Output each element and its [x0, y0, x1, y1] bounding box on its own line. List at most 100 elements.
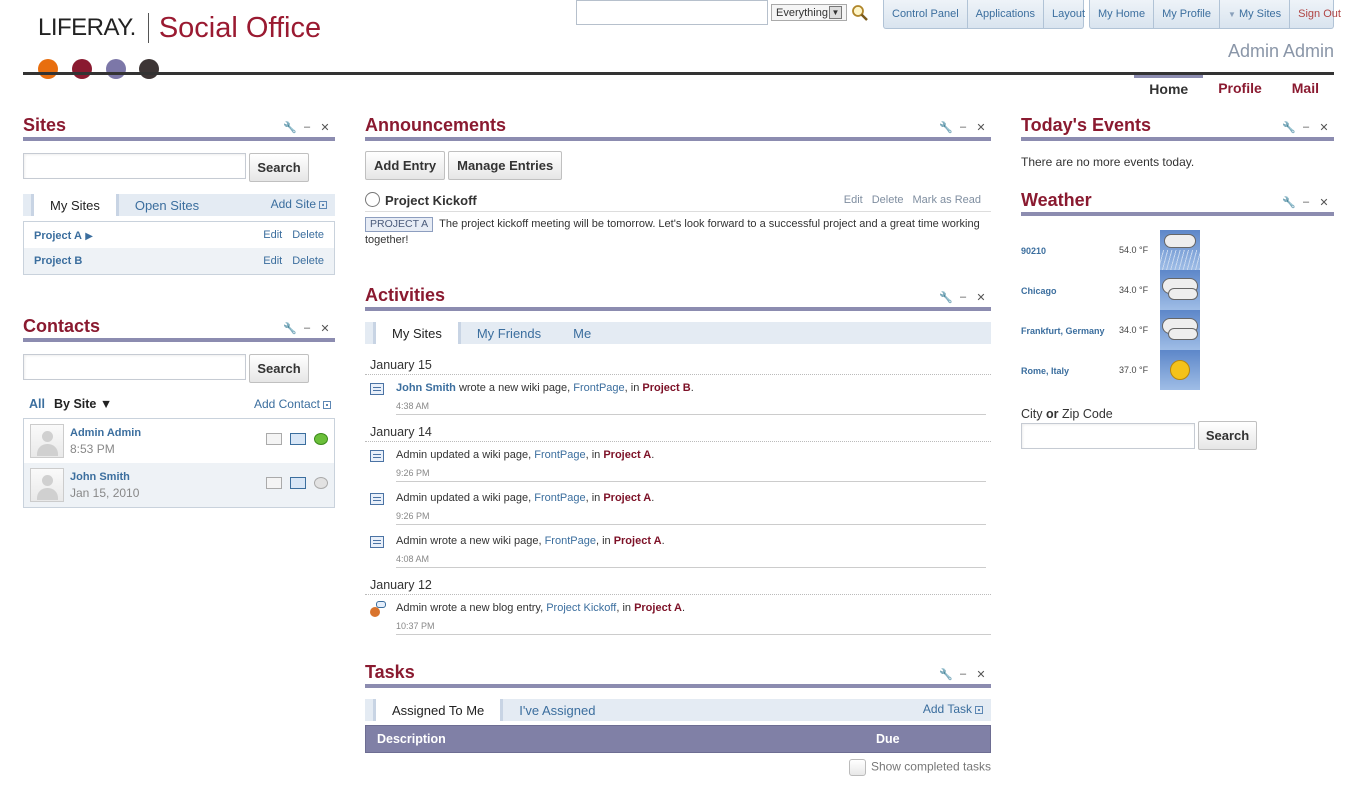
search-icon[interactable]: [851, 4, 869, 22]
mail-icon[interactable]: [290, 433, 306, 445]
chat-online-icon[interactable]: [314, 433, 328, 445]
city-link[interactable]: Frankfurt, Germany: [1021, 326, 1105, 336]
object-link[interactable]: Project Kickoff: [546, 602, 616, 614]
col-due[interactable]: Due: [876, 732, 900, 746]
chat-offline-icon[interactable]: [314, 477, 328, 489]
profile-card-icon[interactable]: [266, 433, 282, 445]
manage-entries-button[interactable]: Manage Entries: [448, 151, 563, 180]
weather-search-button[interactable]: Search: [1198, 421, 1257, 450]
wrench-icon[interactable]: 🔧: [939, 291, 953, 304]
control-panel-link[interactable]: Control Panel: [884, 0, 968, 28]
add-task-link[interactable]: Add Task: [923, 702, 983, 716]
wrench-icon[interactable]: 🔧: [939, 121, 953, 134]
tab-my-friends[interactable]: My Friends: [461, 322, 557, 344]
layout-link[interactable]: Layout: [1044, 0, 1093, 28]
tab-profile[interactable]: Profile: [1203, 75, 1277, 101]
expand-arrow-icon[interactable]: ▶: [85, 231, 93, 242]
contact-name[interactable]: John Smith: [70, 471, 139, 483]
tab-open-sites[interactable]: Open Sites: [119, 194, 215, 216]
edit-link[interactable]: Edit: [263, 255, 282, 267]
show-completed[interactable]: Show completed tasks: [365, 759, 991, 776]
site-link[interactable]: Project A: [614, 535, 662, 547]
close-icon[interactable]: ✕: [975, 291, 987, 304]
my-profile-link[interactable]: My Profile: [1154, 0, 1220, 28]
site-link[interactable]: Project A: [34, 230, 82, 242]
tab-ive-assigned[interactable]: I've Assigned: [503, 699, 611, 721]
wrench-icon[interactable]: 🔧: [939, 668, 953, 681]
site-link[interactable]: Project A: [634, 602, 682, 614]
contacts-search-input[interactable]: [23, 354, 246, 380]
add-entry-button[interactable]: Add Entry: [365, 151, 446, 180]
site-link[interactable]: Project B: [642, 382, 690, 394]
profile-card-icon[interactable]: [266, 477, 282, 489]
tab-me[interactable]: Me: [557, 322, 607, 344]
my-home-link[interactable]: My Home: [1090, 0, 1155, 28]
close-icon[interactable]: ✕: [975, 121, 987, 134]
project-tag[interactable]: PROJECT A: [365, 217, 434, 232]
filter-all[interactable]: All: [29, 397, 45, 411]
edit-link[interactable]: Edit: [844, 194, 863, 206]
weather-zip-input[interactable]: [1021, 423, 1195, 449]
site-link[interactable]: Project A: [603, 449, 651, 461]
minimize-icon[interactable]: –: [1300, 121, 1312, 134]
minimize-icon[interactable]: –: [301, 121, 313, 134]
site-link[interactable]: Project B: [34, 255, 82, 267]
filter-by-site[interactable]: By Site ▼: [54, 397, 112, 411]
add-site-link[interactable]: Add Site: [271, 197, 327, 211]
divider: [396, 481, 986, 482]
actor-link[interactable]: John Smith: [396, 382, 456, 394]
add-contact-label: Add Contact: [253, 397, 320, 411]
wrench-icon[interactable]: 🔧: [1282, 196, 1296, 209]
col-description[interactable]: Description: [377, 732, 446, 746]
close-icon[interactable]: ✕: [319, 121, 331, 134]
tab-home[interactable]: Home: [1134, 75, 1204, 101]
minimize-icon[interactable]: –: [1300, 196, 1312, 209]
city-link[interactable]: 90210: [1021, 246, 1046, 256]
contact-name[interactable]: Admin Admin: [70, 427, 141, 439]
sites-search-button[interactable]: Search: [249, 153, 309, 182]
minimize-icon[interactable]: –: [957, 121, 969, 134]
unread-circle-icon[interactable]: [365, 192, 380, 207]
activity-item: Admin updated a wiki page, FrontPage, in…: [365, 487, 991, 527]
object-link[interactable]: FrontPage: [545, 535, 596, 547]
object-link[interactable]: FrontPage: [534, 492, 585, 504]
minimize-icon[interactable]: –: [301, 322, 313, 335]
close-icon[interactable]: ✕: [1318, 121, 1330, 134]
minimize-icon[interactable]: –: [957, 668, 969, 681]
applications-link[interactable]: Applications: [968, 0, 1044, 28]
minimize-icon[interactable]: –: [957, 291, 969, 304]
object-link[interactable]: FrontPage: [534, 449, 585, 461]
city-link[interactable]: Rome, Italy: [1021, 366, 1069, 376]
contacts-search-button[interactable]: Search: [249, 354, 309, 383]
object-link[interactable]: FrontPage: [573, 382, 624, 394]
sign-out-link[interactable]: Sign Out: [1290, 0, 1349, 28]
delete-link[interactable]: Delete: [872, 194, 904, 206]
date-heading: January 14: [370, 425, 432, 439]
edit-link[interactable]: Edit: [263, 229, 282, 241]
add-contact-link[interactable]: Add Contact: [254, 397, 331, 411]
site-link[interactable]: Project A: [603, 492, 651, 504]
tab-my-sites[interactable]: My Sites: [31, 194, 119, 216]
global-search-input[interactable]: [576, 0, 768, 25]
wrench-icon[interactable]: 🔧: [283, 322, 297, 335]
my-sites-link[interactable]: ▼ My Sites: [1220, 0, 1291, 28]
mail-icon[interactable]: [290, 477, 306, 489]
city-link[interactable]: Chicago: [1021, 286, 1057, 296]
wrench-icon[interactable]: 🔧: [283, 121, 297, 134]
search-scope-select[interactable]: Everything ▼: [771, 4, 847, 21]
show-completed-checkbox[interactable]: [848, 759, 866, 776]
divider: [396, 567, 986, 568]
tab-my-sites[interactable]: My Sites: [373, 322, 461, 344]
weather-title: Weather: [1021, 190, 1092, 210]
close-icon[interactable]: ✕: [975, 668, 987, 681]
activity-text: Admin wrote a new blog entry, Project Ki…: [396, 602, 685, 614]
tab-assigned-to-me[interactable]: Assigned To Me: [373, 699, 504, 721]
wrench-icon[interactable]: 🔧: [1282, 121, 1296, 134]
mark-as-read-link[interactable]: Mark as Read: [913, 194, 981, 206]
sites-search-input[interactable]: [23, 153, 246, 179]
close-icon[interactable]: ✕: [1318, 196, 1330, 209]
close-icon[interactable]: ✕: [319, 322, 331, 335]
delete-link[interactable]: Delete: [292, 229, 324, 241]
delete-link[interactable]: Delete: [292, 255, 324, 267]
tab-mail[interactable]: Mail: [1277, 75, 1334, 101]
